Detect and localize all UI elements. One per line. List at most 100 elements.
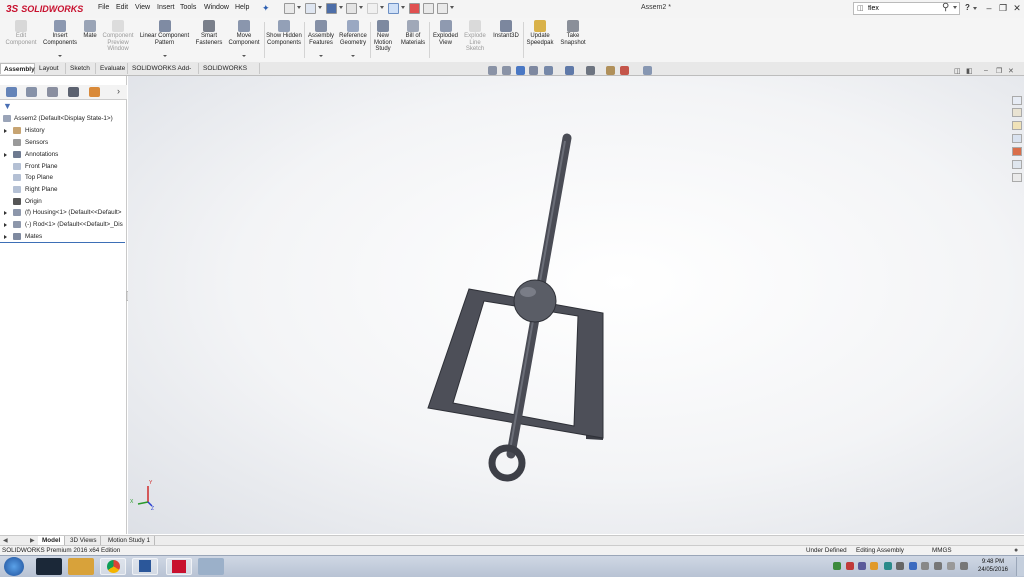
solidworks-taskbar-icon[interactable] xyxy=(166,558,192,575)
word-icon[interactable] xyxy=(132,558,158,575)
viewport-tile-icon[interactable]: ◧ xyxy=(966,67,973,75)
tree-item-housing[interactable]: (f) Housing<1> (Default<<Default> xyxy=(0,207,127,218)
smart-fasteners-button[interactable]: Smart Fasteners xyxy=(193,20,225,46)
undo-dropdown-icon[interactable] xyxy=(380,6,384,9)
appearances-icon[interactable] xyxy=(1012,147,1022,156)
tray-app-icon[interactable] xyxy=(833,562,841,570)
insert-components-dropdown-icon[interactable] xyxy=(58,55,62,57)
search-box[interactable]: ◫ ⚲ xyxy=(853,2,960,15)
menu-file[interactable]: File xyxy=(98,4,109,11)
tray-app-icon[interactable] xyxy=(870,562,878,570)
take-snapshot-button[interactable]: Take Snapshot xyxy=(557,20,589,46)
chevron-right-icon[interactable]: › xyxy=(117,86,120,96)
display-manager-tab-icon[interactable] xyxy=(89,87,100,97)
show-desktop-button[interactable] xyxy=(1016,557,1024,576)
view-orientation-icon[interactable] xyxy=(565,66,574,75)
update-speedpak-button[interactable]: Update Speedpak xyxy=(525,20,555,46)
search-scope-icon[interactable]: ◫ xyxy=(857,4,864,12)
dimxpert-tab-icon[interactable] xyxy=(68,87,79,97)
exploded-view-button[interactable]: Exploded View xyxy=(431,20,460,46)
zoom-to-area-icon[interactable] xyxy=(502,66,511,75)
steam-icon[interactable] xyxy=(36,558,62,575)
menu-tools[interactable]: Tools xyxy=(180,4,196,11)
scroll-left-icon[interactable]: ◀ xyxy=(3,537,8,544)
section-view-icon[interactable] xyxy=(529,66,538,75)
mate-button[interactable]: Mate xyxy=(81,20,99,40)
tree-item-mates[interactable]: Mates xyxy=(0,231,127,242)
options-icon[interactable] xyxy=(437,3,448,14)
rebuild-icon[interactable] xyxy=(409,3,420,14)
file-properties-icon[interactable] xyxy=(423,3,434,14)
tray-app-icon[interactable] xyxy=(858,562,866,570)
configuration-manager-tab-icon[interactable] xyxy=(47,87,58,97)
bill-of-materials-button[interactable]: Bill of Materials xyxy=(398,20,428,46)
viewport-split-icon[interactable]: ◫ xyxy=(954,67,961,75)
undo-icon[interactable] xyxy=(367,3,378,14)
tab-solidworks-add-ins[interactable]: SOLIDWORKS Add-Ins xyxy=(129,63,199,83)
tree-item-right-plane[interactable]: Right Plane xyxy=(0,184,127,195)
assembly-model[interactable] xyxy=(427,133,604,482)
menu-help[interactable]: Help xyxy=(235,4,249,11)
menu-insert[interactable]: Insert xyxy=(157,4,175,11)
design-library-icon[interactable] xyxy=(1012,108,1022,117)
tab-sketch[interactable]: Sketch xyxy=(67,63,96,74)
game-launcher-icon[interactable] xyxy=(68,558,94,575)
tree-item-top-plane[interactable]: Top Plane xyxy=(0,172,127,183)
reference-geometry-dropdown-icon[interactable] xyxy=(351,55,355,57)
expand-arrow-icon[interactable] xyxy=(4,211,7,215)
component-preview-window-button[interactable]: Component Preview Window xyxy=(100,20,136,53)
property-manager-tab-icon[interactable] xyxy=(26,87,37,97)
help-button[interactable]: ? xyxy=(965,3,970,12)
new-dropdown-icon[interactable] xyxy=(297,6,301,9)
forum-icon[interactable] xyxy=(1012,173,1022,182)
close-button[interactable]: ✕ xyxy=(1011,3,1023,14)
network-icon[interactable] xyxy=(921,562,929,570)
custom-properties-icon[interactable] xyxy=(1012,160,1022,169)
tree-item-origin[interactable]: Origin xyxy=(0,196,127,207)
tab-solidworks-mbd[interactable]: SOLIDWORKS MBD xyxy=(200,63,260,83)
select-icon[interactable] xyxy=(388,3,399,14)
viewport-restore-icon[interactable]: ❐ xyxy=(996,67,1002,75)
search-input[interactable] xyxy=(868,4,938,13)
solidworks-logo[interactable]: 3S SOLIDWORKS xyxy=(6,2,83,16)
menu-edit[interactable]: Edit xyxy=(116,4,128,11)
menu-window[interactable]: Window xyxy=(204,4,229,11)
restore-button[interactable]: ❐ xyxy=(997,3,1009,14)
scroll-right-icon[interactable]: ▶ xyxy=(30,537,35,544)
tree-root[interactable]: Assem2 (Default<Display State-1>) xyxy=(0,113,127,124)
graphics-area[interactable]: Y X Z ◫ ◧ – ❐ ✕ xyxy=(128,67,1024,534)
battery-icon[interactable] xyxy=(960,562,968,570)
insert-components-button[interactable]: Insert Components xyxy=(40,20,80,46)
tree-item-history[interactable]: History xyxy=(0,125,127,136)
instant3d-button[interactable]: Instant3D xyxy=(490,20,522,40)
volume-icon[interactable] xyxy=(934,562,942,570)
search-dropdown-icon[interactable] xyxy=(953,6,957,9)
expand-arrow-icon[interactable] xyxy=(4,153,7,157)
view-settings-icon[interactable] xyxy=(643,66,652,75)
print-dropdown-icon[interactable] xyxy=(359,6,363,9)
menu-view[interactable]: View xyxy=(135,4,150,11)
show-hidden-components-button[interactable]: Show Hidden Components xyxy=(266,20,302,46)
print-icon[interactable] xyxy=(346,3,357,14)
move-component-button[interactable]: Move Component xyxy=(226,20,262,46)
edit-component-button[interactable]: Edit Component xyxy=(2,20,40,46)
tray-app-icon[interactable] xyxy=(884,562,892,570)
view-palette-icon[interactable] xyxy=(1012,134,1022,143)
assembly-features-button[interactable]: Assembly Features xyxy=(306,20,336,46)
expand-arrow-icon[interactable] xyxy=(4,235,7,239)
minimize-button[interactable]: – xyxy=(983,3,995,14)
new-motion-study-button[interactable]: New Motion Study xyxy=(372,20,394,53)
tab-layout[interactable]: Layout xyxy=(36,63,66,74)
reference-geometry-button[interactable]: Reference Geometry xyxy=(337,20,369,46)
assembly-features-dropdown-icon[interactable] xyxy=(319,55,323,57)
save-icon[interactable] xyxy=(326,3,337,14)
linear-pattern-dropdown-icon[interactable] xyxy=(163,55,167,57)
paint-icon[interactable] xyxy=(198,558,224,575)
clock[interactable]: 9:48 PM 24/05/2016 xyxy=(974,558,1012,574)
tree-item-sensors[interactable]: Sensors xyxy=(0,137,127,148)
tray-app-icon[interactable] xyxy=(909,562,917,570)
select-dropdown-icon[interactable] xyxy=(401,6,405,9)
expand-arrow-icon[interactable] xyxy=(4,129,7,133)
previous-view-icon[interactable] xyxy=(516,66,525,75)
linear-component-pattern-button[interactable]: Linear Component Pattern xyxy=(137,20,192,46)
